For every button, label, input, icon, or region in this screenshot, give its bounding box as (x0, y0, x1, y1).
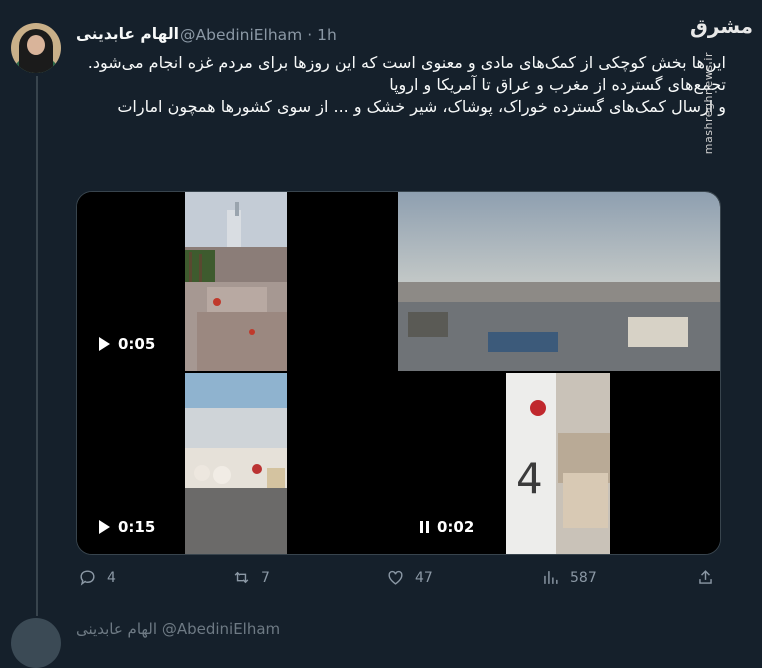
tweet-line: این‌ها بخش کوچکی از کمک‌های مادی و معنوی… (87, 53, 726, 72)
views-button[interactable]: 587 (541, 568, 597, 587)
like-count: 47 (415, 569, 433, 586)
video-1-control[interactable]: 0:05 (99, 335, 155, 353)
next-tweet-avatar[interactable] (11, 618, 61, 668)
media-grid: 0:05 0:15 4 0:02 (76, 191, 721, 555)
watermark-url: mashreghnews.ir (702, 52, 715, 155)
svg-text:4: 4 (516, 454, 543, 503)
share-button[interactable] (696, 568, 715, 587)
thread-line (36, 76, 38, 616)
like-button[interactable]: 47 (386, 568, 433, 587)
separator-dot: · (307, 26, 313, 44)
pause-icon[interactable] (420, 521, 429, 533)
tweet-line: تجمع‌های گسترده از مغرب و عراق تا آمریکا… (389, 75, 726, 94)
tweet-meta: @AbediniElham · 1h (180, 26, 337, 44)
tweet-time[interactable]: 1h (317, 26, 337, 44)
video-3-duration: 0:15 (118, 518, 156, 536)
next-tweet-header: الهام عابدینی @AbediniElham (76, 620, 281, 638)
like-icon (388, 570, 403, 585)
views-icon (544, 571, 558, 584)
tweet-line: و ارسال کمک‌های گسترده خوراک، پوشاک، شیر… (117, 97, 726, 116)
reply-button[interactable]: 4 (78, 568, 116, 587)
tweet-actions: 4 7 47 587 (76, 568, 721, 594)
play-icon[interactable] (99, 337, 110, 351)
video-4-control[interactable]: 0:02 (420, 518, 474, 536)
video-3-control[interactable]: 0:15 (99, 518, 155, 536)
reply-count: 4 (107, 569, 116, 586)
retweet-button[interactable]: 7 (232, 568, 270, 587)
video-1-duration: 0:05 (118, 335, 156, 353)
watermark-logo: مشرق (690, 14, 754, 38)
video-1[interactable]: 0:05 (77, 192, 396, 371)
play-icon[interactable] (99, 520, 110, 534)
video-4[interactable]: 4 0:02 (398, 373, 720, 554)
views-count: 587 (570, 569, 597, 586)
share-icon (699, 570, 712, 584)
retweet-count: 7 (261, 569, 270, 586)
video-2[interactable] (398, 192, 720, 371)
video-4-duration: 0:02 (437, 518, 475, 536)
author-name[interactable]: الهام عابدینی (76, 25, 179, 43)
author-handle[interactable]: @AbediniElham (180, 26, 302, 44)
avatar[interactable] (11, 23, 61, 73)
retweet-icon (234, 571, 249, 584)
video-3[interactable]: 0:15 (77, 373, 396, 554)
reply-icon (80, 570, 95, 586)
tweet-text: این‌ها بخش کوچکی از کمک‌های مادی و معنوی… (76, 52, 726, 118)
video-2-frame (398, 192, 720, 371)
mashregh-watermark: مشرق mashreghnews.ir (688, 12, 753, 154)
